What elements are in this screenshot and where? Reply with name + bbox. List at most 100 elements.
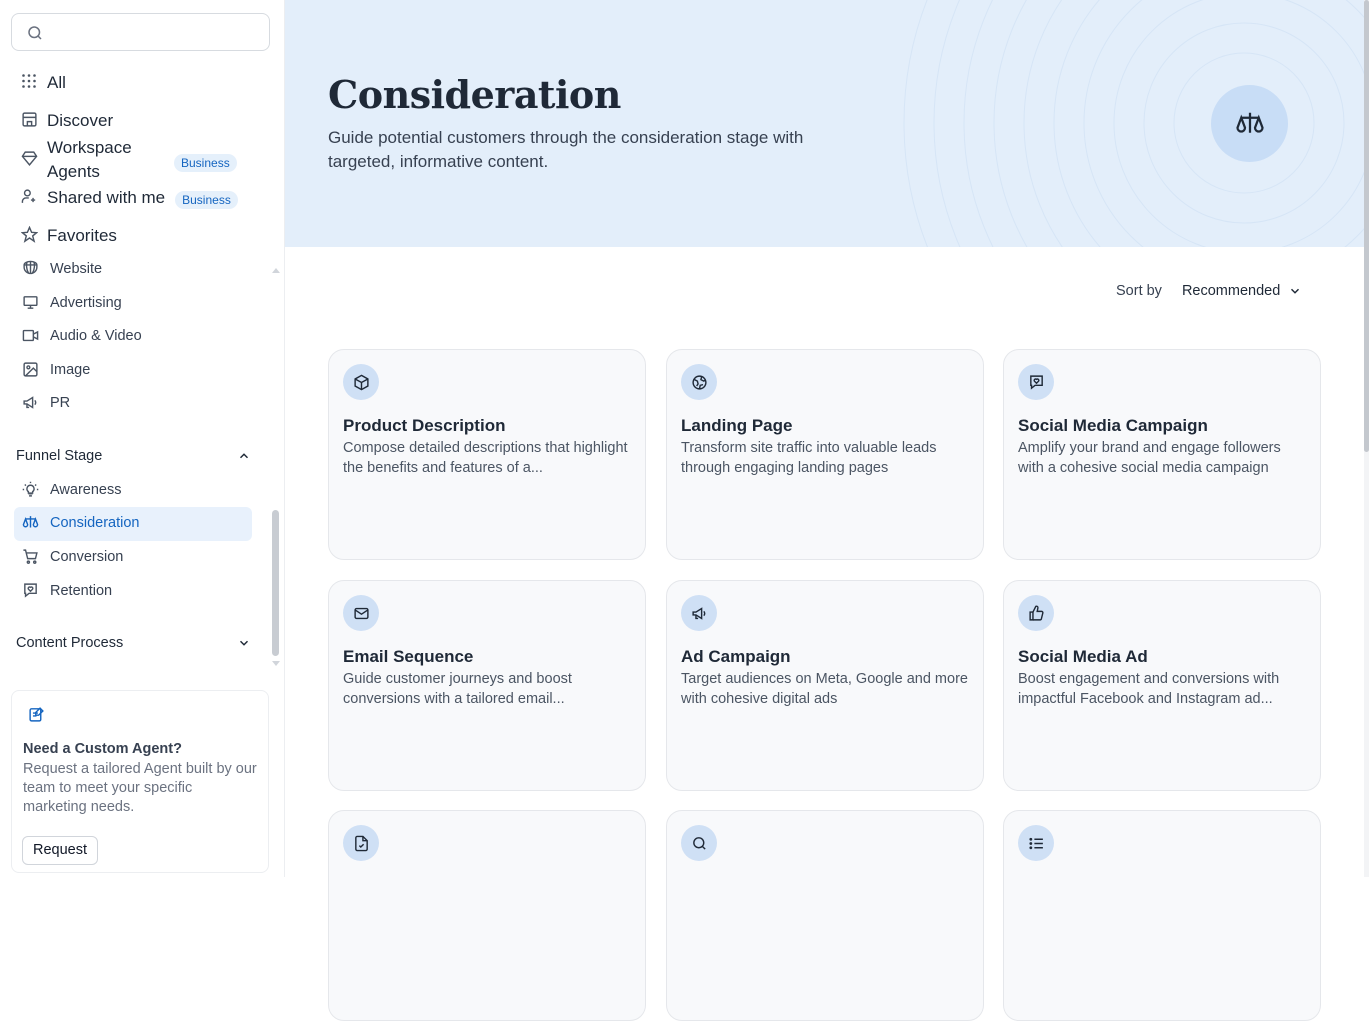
category-audio-video[interactable]: Audio & Video: [22, 327, 142, 344]
sidebar: All Discover Workspace Agents Business S…: [0, 0, 285, 877]
cart-icon: [22, 548, 39, 565]
nav-all-label: All: [47, 73, 66, 92]
agent-card[interactable]: [666, 810, 984, 1021]
agent-card-email-sequence[interactable]: Email Sequence Guide customer journeys a…: [328, 580, 646, 791]
agent-card-ad-campaign[interactable]: Ad Campaign Target audiences on Meta, Go…: [666, 580, 984, 791]
sort-select-value[interactable]: Recommended: [1182, 283, 1280, 299]
category-label: PR: [50, 394, 71, 411]
card-title: Social Media Ad: [1018, 647, 1148, 666]
category-label: Advertising: [50, 294, 122, 311]
hero-banner: Consideration Guide potential customers …: [285, 0, 1364, 247]
agent-card[interactable]: [328, 810, 646, 1021]
megaphone-icon: [681, 595, 717, 631]
page-description: Guide potential customers through the co…: [328, 128, 804, 171]
search-icon: [26, 24, 44, 42]
globe-icon: [681, 364, 717, 400]
funnel-item-label: Conversion: [50, 548, 124, 565]
page-scrollbar-thumb[interactable]: [1364, 0, 1369, 452]
star-icon: [21, 226, 39, 244]
monitor-icon: [22, 294, 39, 311]
business-badge: Business: [175, 191, 238, 209]
megaphone-icon: [22, 394, 39, 411]
grid-dots-icon: [21, 73, 39, 91]
custom-agent-description: Request a tailored Agent built by our te…: [23, 761, 257, 815]
heart-message-icon: [22, 582, 39, 599]
business-badge: Business: [174, 154, 237, 172]
chevron-up-icon: [237, 449, 251, 463]
request-button[interactable]: Request: [22, 836, 99, 865]
content-process-title: Content Process: [16, 635, 124, 651]
image-icon: [22, 361, 39, 378]
mail-icon: [343, 595, 379, 631]
sort-control[interactable]: Sort by Recommended: [1116, 283, 1302, 299]
agent-card-social-media-campaign[interactable]: Social Media Campaign Amplify your brand…: [1003, 349, 1321, 560]
agent-card-product-description[interactable]: Product Description Compose detailed des…: [328, 349, 646, 560]
card-title: Landing Page: [681, 416, 793, 435]
category-website[interactable]: Website: [22, 260, 102, 277]
heart-message-icon: [1018, 364, 1054, 400]
agent-card-landing-page[interactable]: Landing Page Transform site traffic into…: [666, 349, 984, 560]
nav-shared-label: Shared with me: [47, 188, 166, 207]
thumbs-up-icon: [1018, 595, 1054, 631]
scroll-up-arrow[interactable]: [272, 268, 280, 273]
funnel-item-conversion[interactable]: Conversion: [22, 548, 123, 565]
funnel-item-awareness[interactable]: Awareness: [22, 481, 121, 498]
nav-all[interactable]: All: [21, 71, 66, 95]
agent-card-social-media-ad[interactable]: Social Media Ad Boost engagement and con…: [1003, 580, 1321, 791]
funnel-stage-header[interactable]: Funnel Stage: [16, 448, 251, 464]
search-icon: [681, 825, 717, 861]
chevron-down-icon[interactable]: [1288, 284, 1302, 298]
edit-document-icon: [28, 706, 45, 723]
page-title: Consideration: [328, 72, 621, 117]
lightbulb-icon: [22, 481, 39, 498]
card-description: Guide customer journeys and boost conver…: [343, 671, 572, 707]
globe-icon: [22, 260, 39, 277]
funnel-item-retention[interactable]: Retention: [22, 582, 112, 599]
funnel-stage-title: Funnel Stage: [16, 448, 103, 464]
list-icon: [1018, 825, 1054, 861]
category-label: Website: [50, 260, 103, 277]
scroll-down-arrow[interactable]: [272, 661, 280, 666]
category-image[interactable]: Image: [22, 361, 90, 378]
hero-icon-badge: [1211, 85, 1288, 162]
file-check-icon: [343, 825, 379, 861]
sidebar-scrollbar-thumb[interactable]: [272, 510, 279, 656]
scale-icon: [1235, 109, 1265, 139]
card-title: Email Sequence: [343, 647, 474, 666]
custom-agent-title: Need a Custom Agent?: [23, 741, 182, 757]
user-share-icon: [21, 188, 39, 206]
card-title: Ad Campaign: [681, 647, 791, 666]
card-description: Transform site traffic into valuable lea…: [681, 440, 937, 476]
search-input[interactable]: [52, 22, 262, 42]
nav-favorites[interactable]: Favorites: [21, 224, 117, 248]
funnel-item-consideration[interactable]: Consideration: [22, 514, 139, 531]
content-process-header[interactable]: Content Process: [16, 635, 251, 651]
card-description: Compose detailed descriptions that highl…: [343, 440, 628, 476]
video-icon: [22, 327, 39, 344]
box-icon: [343, 364, 379, 400]
nav-workspace-agents-label: Workspace Agents: [47, 138, 132, 181]
agent-card[interactable]: [1003, 810, 1321, 1021]
category-label: Image: [50, 361, 91, 378]
custom-agent-card: Need a Custom Agent? Request a tailored …: [11, 690, 269, 873]
card-description: Amplify your brand and engage followers …: [1018, 440, 1281, 476]
card-title: Product Description: [343, 416, 506, 435]
funnel-item-label: Retention: [50, 582, 113, 599]
funnel-item-label: Consideration: [50, 514, 140, 531]
nav-workspace-agents[interactable]: Workspace Agents Business: [21, 136, 261, 184]
page-scrollbar[interactable]: [1364, 0, 1369, 877]
diamond-icon: [21, 150, 39, 168]
category-advertising[interactable]: Advertising: [22, 294, 122, 311]
nav-discover-label: Discover: [47, 111, 114, 130]
nav-shared-with-me[interactable]: Shared with me Business: [21, 186, 238, 210]
sort-label: Sort by: [1116, 283, 1162, 299]
scale-icon: [22, 514, 39, 531]
nav-favorites-label: Favorites: [47, 226, 117, 245]
category-label: Audio & Video: [50, 327, 142, 344]
category-pr[interactable]: PR: [22, 394, 70, 411]
nav-discover[interactable]: Discover: [21, 109, 113, 133]
card-description: Boost engagement and conversions with im…: [1018, 671, 1280, 707]
search-box[interactable]: [11, 13, 270, 51]
funnel-item-label: Awareness: [50, 481, 122, 498]
store-icon: [21, 111, 39, 129]
